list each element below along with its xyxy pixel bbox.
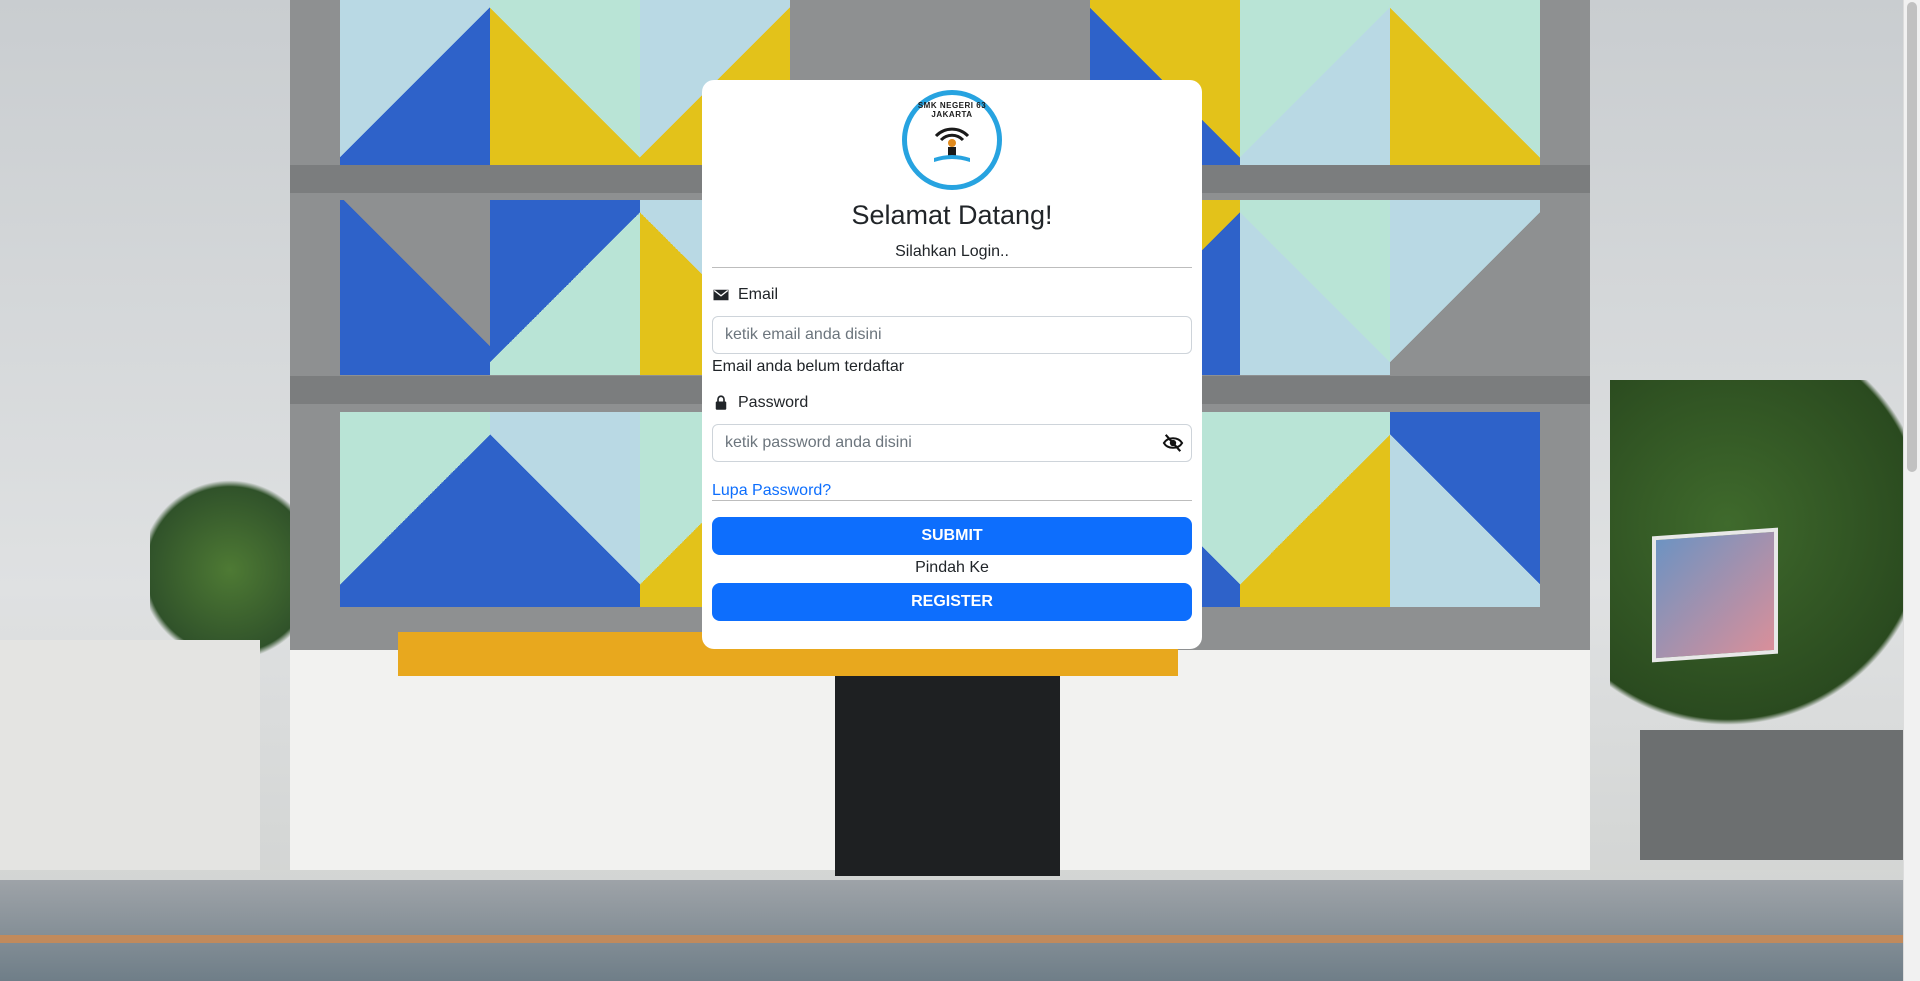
lock-icon — [715, 395, 727, 410]
submit-button[interactable]: SUBMIT — [712, 517, 1192, 555]
eye-slash-icon[interactable] — [1162, 433, 1184, 453]
password-input-wrap — [712, 424, 1192, 462]
email-input-wrap — [712, 316, 1192, 354]
email-field[interactable] — [712, 316, 1192, 354]
school-logo: SMK NEGERI 63 JAKARTA — [902, 90, 1002, 190]
page-scrollbar[interactable] — [1903, 0, 1920, 981]
password-field[interactable] — [712, 424, 1192, 462]
email-label: Email — [712, 286, 1192, 304]
password-label: Password — [712, 394, 1192, 412]
page-title: Selamat Datang! — [851, 200, 1053, 230]
email-label-text: Email — [738, 286, 779, 303]
switch-text: Pindah Ke — [915, 559, 989, 576]
divider — [712, 267, 1192, 268]
email-error-text: Email anda belum terdaftar — [712, 358, 905, 375]
logo-emblem-icon — [934, 127, 970, 162]
password-label-text: Password — [738, 394, 809, 411]
forgot-password-link[interactable]: Lupa Password? — [712, 482, 1192, 500]
register-button[interactable]: REGISTER — [712, 583, 1192, 621]
logo-wordmark: SMK NEGERI 63 JAKARTA — [917, 101, 987, 119]
divider — [712, 500, 1192, 501]
login-card: SMK NEGERI 63 JAKARTA Selamat Datang! Si… — [702, 80, 1202, 649]
page-subtitle: Silahkan Login.. — [895, 243, 1009, 260]
scrollbar-thumb[interactable] — [1907, 2, 1917, 472]
envelope-icon — [713, 289, 729, 301]
